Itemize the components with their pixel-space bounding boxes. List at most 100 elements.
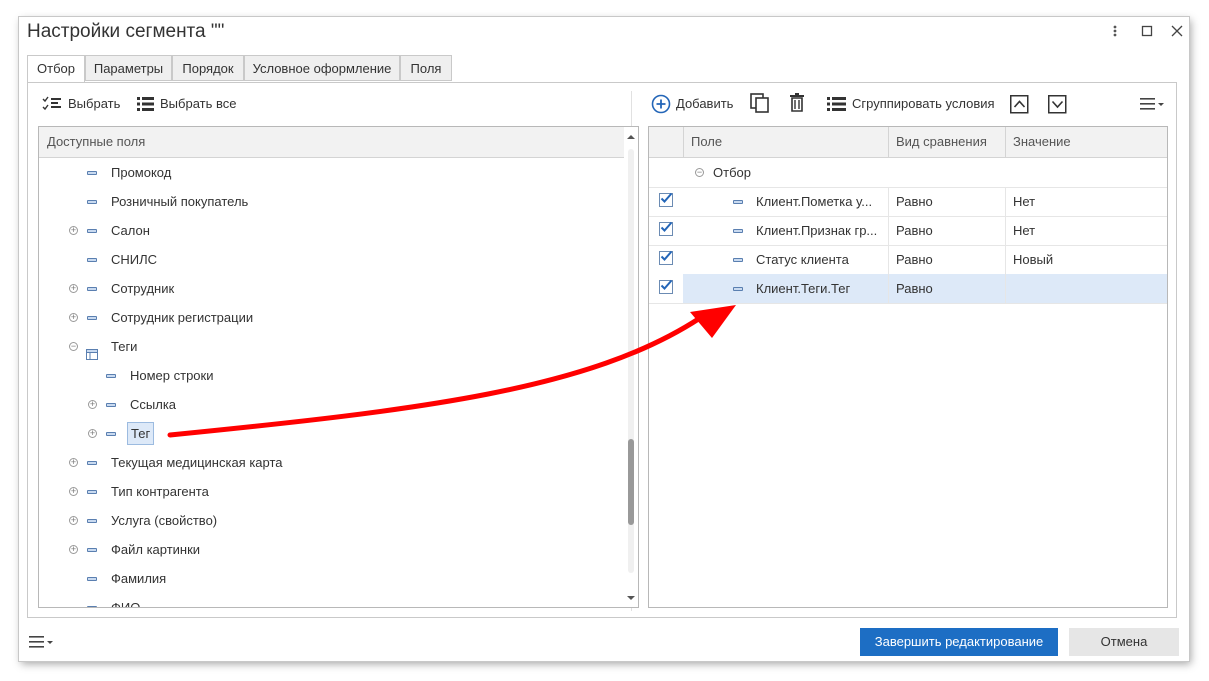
cancel-button[interactable]: Отмена [1069, 628, 1179, 656]
settings-dialog: Настройки сегмента "" Отбор Параметры По… [19, 17, 1189, 661]
tree-item[interactable]: Промокод [39, 158, 609, 187]
cell-separator [1005, 216, 1006, 245]
row-checkbox[interactable] [659, 192, 673, 207]
tab-filter[interactable]: Отбор [27, 55, 85, 83]
trash-icon[interactable] [788, 93, 808, 113]
field-icon [87, 548, 97, 552]
expand-icon[interactable]: + [69, 458, 78, 467]
expand-icon[interactable]: + [88, 400, 97, 409]
tree-item[interactable]: + Сотрудник [39, 274, 609, 303]
tree-item-label: Промокод [111, 165, 172, 180]
header-separator [1005, 127, 1006, 157]
header-separator [888, 127, 889, 157]
kebab-menu-icon[interactable] [1107, 23, 1123, 39]
select-button-label: Выбрать [68, 96, 121, 111]
field-icon [733, 200, 743, 204]
filter-row[interactable]: Статус клиента Равно Новый [649, 245, 1167, 275]
copy-icon[interactable] [749, 92, 771, 114]
collapse-icon[interactable]: − [695, 168, 704, 177]
header-separator [683, 127, 684, 157]
more-menu-icon[interactable] [1140, 96, 1166, 112]
tree-item-label: Ссылка [130, 397, 177, 412]
row-checkbox[interactable] [659, 250, 673, 265]
filter-grid-header: Поле Вид сравнения Значение [649, 127, 1167, 158]
tab-parameters[interactable]: Параметры [85, 55, 172, 81]
available-fields-tree: Доступные поля Промокод Розничный покупат… [38, 126, 639, 608]
tree-item[interactable]: + Текущая медицинская карта [39, 448, 609, 477]
field-icon [733, 258, 743, 262]
scroll-up-icon[interactable] [627, 134, 635, 140]
column-header-field[interactable]: Поле [683, 127, 888, 157]
plus-circle-icon [651, 94, 671, 119]
available-fields-header-label: Доступные поля [47, 134, 146, 149]
tab-conditional-formatting[interactable]: Условное оформление [244, 55, 400, 81]
group-icon [827, 96, 847, 117]
scroll-thumb[interactable] [628, 439, 634, 525]
hamburger-menu-icon[interactable] [29, 634, 55, 650]
tree-item-label: Тег [127, 422, 155, 445]
cell-separator [888, 187, 889, 216]
field-icon [87, 171, 97, 175]
close-icon[interactable] [1169, 23, 1185, 39]
column-header-comparison[interactable]: Вид сравнения [888, 127, 1005, 157]
tree-item[interactable]: − Теги [39, 332, 609, 361]
filter-row[interactable]: Клиент.Пометка у... Равно Нет [649, 187, 1167, 217]
filter-value-cell[interactable]: Нет [1013, 187, 1035, 216]
expand-icon[interactable]: + [69, 487, 78, 496]
field-icon [87, 258, 97, 262]
filter-value-cell[interactable]: Новый [1013, 245, 1053, 274]
cell-separator [888, 245, 889, 274]
filter-value-cell[interactable]: Нет [1013, 216, 1035, 245]
expand-icon[interactable]: + [69, 545, 78, 554]
maximize-icon[interactable] [1139, 23, 1155, 39]
filter-field-cell: Статус клиента [756, 252, 849, 267]
scroll-down-icon[interactable] [627, 595, 635, 601]
move-up-icon[interactable] [1010, 95, 1029, 114]
tab-fields[interactable]: Поля [400, 55, 452, 81]
collapse-icon[interactable]: − [69, 342, 78, 351]
tree-item-label: Файл картинки [111, 542, 201, 557]
expand-icon[interactable]: + [69, 516, 78, 525]
filter-group-row[interactable]: − Отбор [649, 158, 1167, 188]
tree-scrollbar[interactable] [624, 127, 638, 607]
row-checkbox[interactable] [659, 279, 673, 294]
filter-row[interactable]: Клиент.Признак гр... Равно Нет [649, 216, 1167, 246]
tab-order[interactable]: Порядок [172, 55, 244, 81]
tree-item[interactable]: + Ссылка [39, 390, 609, 419]
checklist-icon [42, 96, 62, 117]
filter-comparison-cell[interactable]: Равно [896, 274, 933, 303]
group-conditions-label: Сгруппировать условия [852, 96, 995, 111]
filter-comparison-cell[interactable]: Равно [896, 216, 933, 245]
tree-item-label: ФИО [111, 600, 141, 608]
tree-item[interactable]: + Сотрудник регистрации [39, 303, 609, 332]
tree-item-label: Салон [111, 223, 150, 238]
tree-item[interactable]: + Тег [39, 419, 609, 448]
tree-item-label: Фамилия [111, 571, 167, 586]
tree-item-label: Теги [111, 339, 138, 354]
tree-item[interactable]: ФИО [39, 593, 609, 608]
tree-item-label: Тип контрагента [111, 484, 209, 499]
cell-separator [1005, 187, 1006, 216]
tree-item[interactable]: + Тип контрагента [39, 477, 609, 506]
expand-icon[interactable]: + [88, 429, 97, 438]
expand-icon[interactable]: + [69, 313, 78, 322]
field-icon [87, 461, 97, 465]
filter-field-cell: Клиент.Признак гр... [756, 223, 878, 238]
tree-item[interactable]: Номер строки [39, 361, 609, 390]
filter-comparison-cell[interactable]: Равно [896, 245, 933, 274]
tree-item[interactable]: Розничный покупатель [39, 187, 609, 216]
tree-item[interactable]: Фамилия [39, 564, 609, 593]
filter-comparison-cell[interactable]: Равно [896, 187, 933, 216]
tree-item[interactable]: + Услуга (свойство) [39, 506, 609, 535]
expand-icon[interactable]: + [69, 284, 78, 293]
cell-separator [888, 274, 889, 303]
tree-item[interactable]: + Файл картинки [39, 535, 609, 564]
move-down-icon[interactable] [1048, 95, 1067, 114]
column-header-value[interactable]: Значение [1005, 127, 1165, 157]
filter-row[interactable]: Клиент.Теги.Тег Равно [649, 274, 1167, 304]
row-checkbox[interactable] [659, 221, 673, 236]
tree-item[interactable]: СНИЛС [39, 245, 609, 274]
tree-item[interactable]: + Салон [39, 216, 609, 245]
expand-icon[interactable]: + [69, 226, 78, 235]
finish-editing-button[interactable]: Завершить редактирование [860, 628, 1058, 656]
